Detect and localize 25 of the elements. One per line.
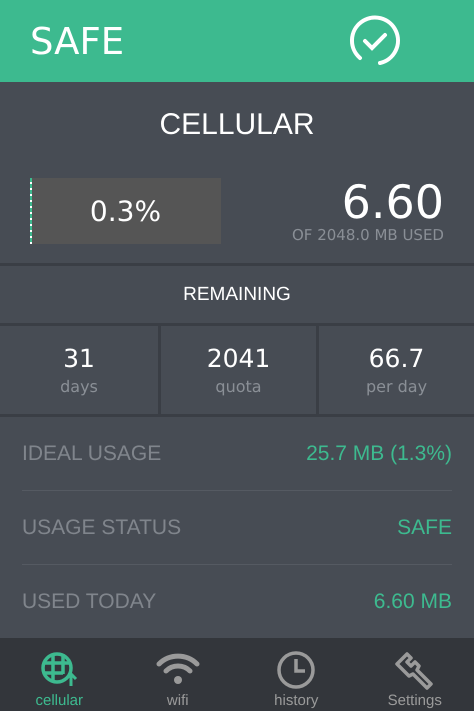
wrench-icon <box>394 650 435 690</box>
check-circle-icon <box>348 14 402 68</box>
clock-icon <box>276 650 316 690</box>
row-value: 6.60 MB <box>374 590 452 614</box>
remaining-heading: REMAINING <box>183 284 291 306</box>
row-label: USED TODAY <box>22 590 156 614</box>
usage-percent: 0.3% <box>90 194 162 228</box>
tab-item[interactable]: wifi <box>118 638 237 711</box>
stat-label: quota <box>215 377 262 396</box>
stat-value: 2041 <box>206 344 270 373</box>
row-value: 25.7 MB (1.3%) <box>306 442 452 466</box>
tab-item[interactable]: history <box>237 638 356 711</box>
row-value: SAFE <box>397 516 452 540</box>
stat-label: days <box>60 377 98 396</box>
stat-label: per day <box>366 377 428 396</box>
row-label: IDEAL USAGE <box>22 442 162 466</box>
stat-value: 66.7 <box>368 344 424 373</box>
used-caption: OF 2048.0 MB USED <box>292 226 444 244</box>
used-amount: 6.60 <box>342 178 444 226</box>
row-label: USAGE STATUS <box>22 516 182 540</box>
tab-item[interactable]: Settings <box>356 638 474 711</box>
tab-item[interactable]: cellular <box>0 638 118 711</box>
stat-value: 31 <box>63 344 95 373</box>
section-title: CELLULAR <box>159 108 315 142</box>
status-title: SAFE <box>30 20 124 62</box>
